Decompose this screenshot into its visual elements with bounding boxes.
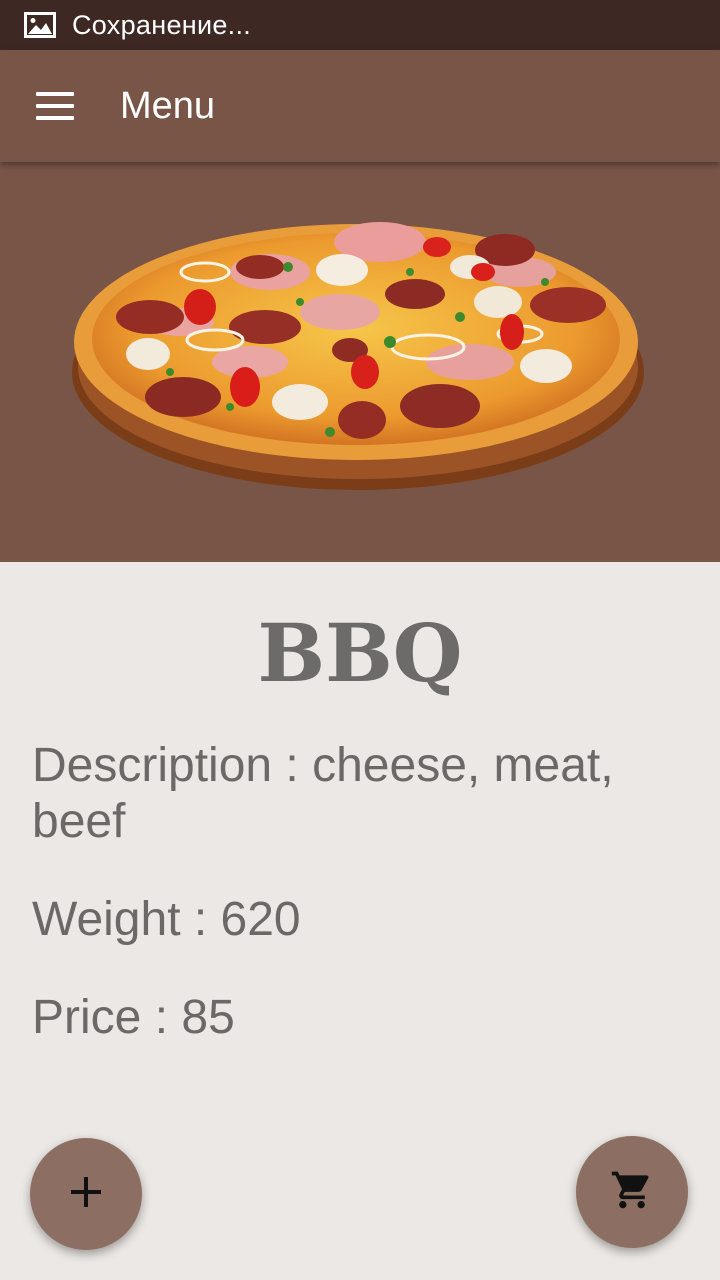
item-price: Price : 85 bbox=[32, 991, 235, 1044]
app-bar: Menu bbox=[0, 50, 720, 162]
add-button[interactable] bbox=[30, 1138, 142, 1250]
status-text: Сохранение... bbox=[72, 9, 252, 40]
item-name: BBQ bbox=[257, 606, 463, 700]
pizza-image bbox=[0, 162, 720, 562]
hamburger-menu-icon[interactable] bbox=[36, 86, 76, 126]
item-weight: Weight : 620 bbox=[32, 893, 301, 946]
image-icon bbox=[24, 12, 56, 38]
status-bar: Сохранение... bbox=[0, 0, 720, 50]
cart-button[interactable] bbox=[576, 1136, 688, 1248]
app-title: Menu bbox=[120, 84, 216, 127]
item-description: Description : cheese, meat, beef bbox=[32, 739, 614, 848]
plus-icon bbox=[69, 1175, 103, 1214]
shopping-cart-icon bbox=[610, 1168, 654, 1217]
pizza-illustration bbox=[72, 222, 644, 490]
